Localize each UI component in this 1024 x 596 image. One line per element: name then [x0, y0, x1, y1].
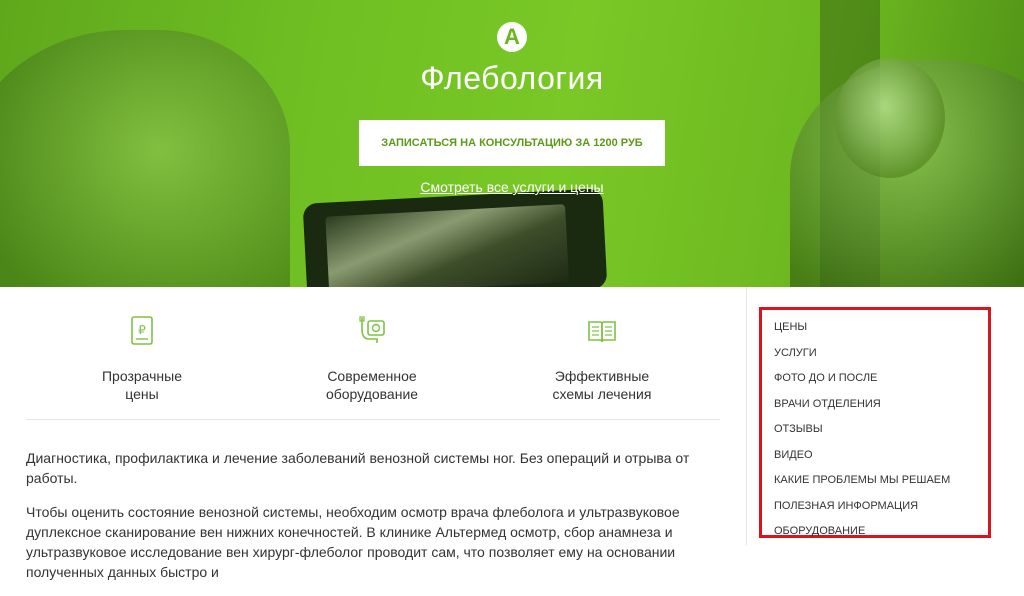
feature-label-line1: Эффективные [554, 368, 650, 384]
hero-banner: A Флебология ЗАПИСАТЬСЯ НА КОНСУЛЬТАЦИЮ … [0, 0, 1024, 287]
price-document-icon: ₽ [131, 316, 153, 345]
article-content: Диагностика, профилактика и лечение забо… [26, 448, 716, 596]
feature-label: Прозрачные цены [32, 367, 252, 403]
section-nav-list: ЦЕНЫ УСЛУГИ ФОТО ДО И ПОСЛЕ ВРАЧИ ОТДЕЛЕ… [774, 317, 950, 547]
svg-text:₽: ₽ [138, 323, 146, 337]
feature-label: Эффективные схемы лечения [492, 367, 712, 403]
feature-label-line1: Прозрачные [101, 368, 183, 384]
hero-photo-tablet-screen [325, 204, 570, 287]
all-services-link[interactable]: Смотреть все услуги и цены [0, 179, 1024, 195]
nav-item-prices[interactable]: ЦЕНЫ [774, 317, 950, 343]
hero-photo-ultrasound-tablet [302, 188, 608, 287]
nav-item-video[interactable]: ВИДЕО [774, 445, 950, 471]
features-row: ₽ Прозрачные цены Современное оборудован… [26, 287, 720, 420]
book-consultation-button[interactable]: ЗАПИСАТЬСЯ НА КОНСУЛЬТАЦИЮ ЗА 1200 РУБ [359, 120, 665, 166]
feature-label: Современное оборудование [262, 367, 482, 403]
nav-item-before-after-photos[interactable]: ФОТО ДО И ПОСЛЕ [774, 368, 950, 394]
feature-label-line2: оборудование [325, 386, 419, 402]
nav-item-problems-solved[interactable]: КАКИЕ ПРОБЛЕМЫ МЫ РЕШАЕМ [774, 470, 950, 496]
feature-label-line1: Современное [327, 368, 417, 384]
nav-item-services[interactable]: УСЛУГИ [774, 343, 950, 369]
section-nav: ЦЕНЫ УСЛУГИ ФОТО ДО И ПОСЛЕ ВРАЧИ ОТДЕЛЕ… [759, 307, 991, 538]
page-title: Флебология [420, 60, 604, 96]
nav-item-useful-info[interactable]: ПОЛЕЗНАЯ ИНФОРМАЦИЯ [774, 496, 950, 522]
description-paragraph: Чтобы оценить состояние венозной системы… [26, 504, 680, 580]
intro-paragraph: Диагностика, профилактика и лечение забо… [26, 450, 690, 486]
clinic-logo-icon[interactable]: A [497, 22, 527, 52]
open-book-icon [588, 321, 616, 343]
feature-label-line2: схемы лечения [552, 386, 652, 402]
medical-equipment-icon [359, 316, 385, 343]
nav-item-reviews[interactable]: ОТЗЫВЫ [774, 419, 950, 445]
nav-item-equipment[interactable]: ОБОРУДОВАНИЕ [774, 521, 950, 547]
sidebar-divider [746, 287, 747, 545]
feature-label-line2: цены [125, 386, 159, 402]
logo-letter: A [504, 24, 520, 49]
nav-item-doctors[interactable]: ВРАЧИ ОТДЕЛЕНИЯ [774, 394, 950, 420]
